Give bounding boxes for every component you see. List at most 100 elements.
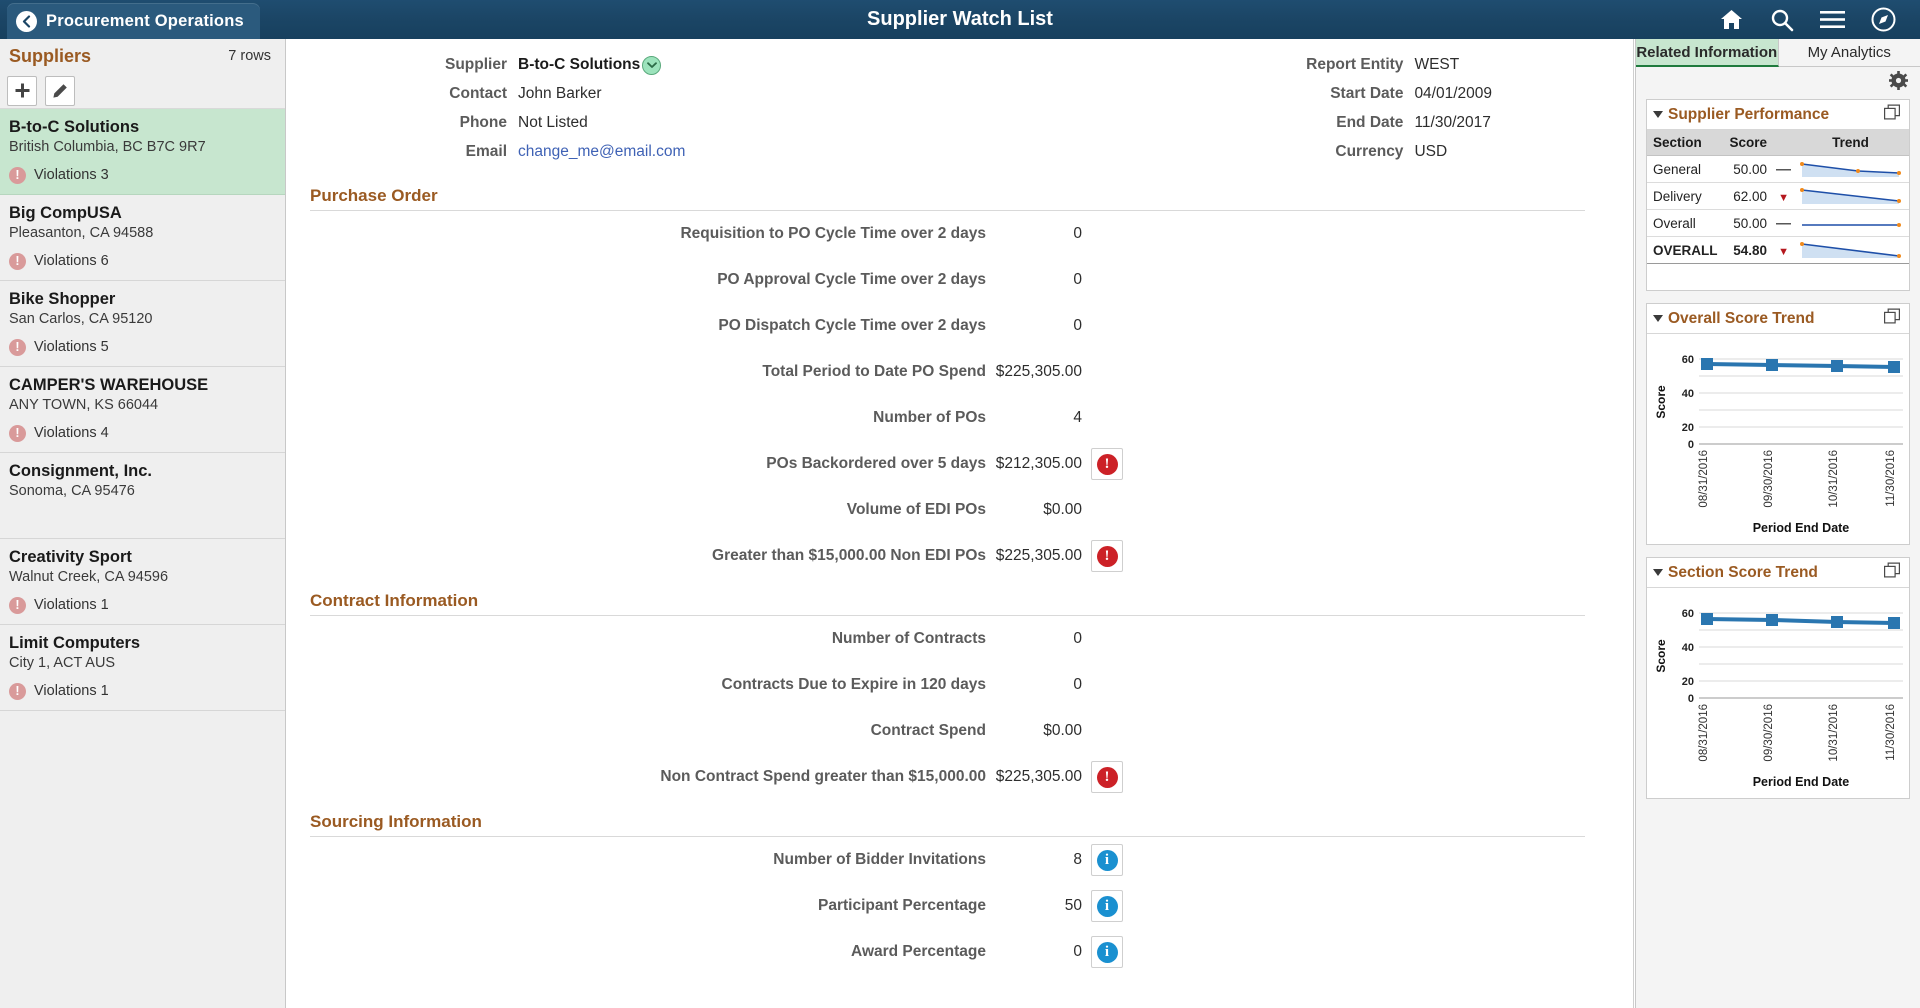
header-value: WEST bbox=[1414, 56, 1459, 74]
list-item[interactable]: CAMPER'S WAREHOUSE ANY TOWN, KS 66044 ! … bbox=[0, 367, 285, 453]
metric-value: $0.00 bbox=[986, 501, 1091, 519]
violation-warning-icon: ! bbox=[9, 167, 26, 184]
card-title: Section Score Trend bbox=[1668, 564, 1884, 582]
metric-row: PO Approval Cycle Time over 2 days 0 bbox=[286, 257, 1609, 303]
list-item[interactable]: Limit Computers City 1, ACT AUS ! Violat… bbox=[0, 625, 285, 711]
list-item[interactable]: Big CompUSA Pleasanton, CA 94588 ! Viola… bbox=[0, 195, 285, 281]
metric-row: Total Period to Date PO Spend $225,305.0… bbox=[286, 349, 1609, 395]
svg-text:10/31/2016: 10/31/2016 bbox=[1828, 450, 1840, 508]
cell-score: 50.00 bbox=[1724, 210, 1776, 237]
add-supplier-button[interactable] bbox=[7, 76, 37, 106]
sidebar-header: Suppliers 7 rows bbox=[0, 39, 285, 73]
list-item[interactable]: Consignment, Inc. Sonoma, CA 95476 bbox=[0, 453, 285, 539]
trend-flat-icon: — bbox=[1776, 161, 1791, 178]
supplier-name: Limit Computers bbox=[9, 633, 275, 653]
collapse-caret-icon[interactable] bbox=[1653, 111, 1663, 118]
sparkline-general bbox=[1798, 159, 1903, 179]
related-information-panel: Related Information My Analytics bbox=[1635, 39, 1920, 1008]
list-item[interactable]: Bike Shopper San Carlos, CA 95120 ! Viol… bbox=[0, 281, 285, 367]
table-row: Overall 50.00 — bbox=[1647, 210, 1909, 237]
svg-text:09/30/2016: 09/30/2016 bbox=[1763, 704, 1775, 762]
metric-label: Number of POs bbox=[286, 409, 986, 427]
header-right-column: Report Entity WEST Start Date 04/01/2009… bbox=[986, 53, 1633, 164]
info-flag-button[interactable]: i bbox=[1091, 936, 1123, 968]
tab-related-information[interactable]: Related Information bbox=[1636, 39, 1779, 67]
header-field-report-entity: Report Entity WEST bbox=[986, 53, 1633, 77]
home-icon[interactable] bbox=[1719, 8, 1744, 31]
alert-flag-button[interactable]: ! bbox=[1091, 540, 1123, 572]
card-supplier-performance: Supplier Performance Section Score Trend… bbox=[1646, 99, 1910, 291]
expand-window-icon[interactable] bbox=[1884, 308, 1901, 329]
supplier-address: British Columbia, BC B7C 9R7 bbox=[9, 138, 275, 157]
metric-flag: ! bbox=[1091, 540, 1131, 572]
cell-section: Delivery bbox=[1647, 183, 1724, 210]
supplier-name: B-to-C Solutions bbox=[9, 117, 275, 137]
card-overall-score-trend: Overall Score Trend 60 40 bbox=[1646, 303, 1910, 545]
metric-row: Number of Contracts 0 bbox=[286, 616, 1609, 662]
supplier-violations: ! Violations 1 bbox=[9, 681, 275, 701]
trend-down-icon: ▼ bbox=[1778, 192, 1789, 204]
supplier-summary-header: Supplier B-to-C Solutions Contact John B… bbox=[286, 39, 1633, 174]
back-to-procurement-operations-tab[interactable]: Procurement Operations bbox=[7, 3, 260, 39]
list-item[interactable]: Creativity Sport Walnut Creek, CA 94596 … bbox=[0, 539, 285, 625]
supplier-violations: ! Violations 5 bbox=[9, 337, 275, 357]
violations-label: Violations 1 bbox=[34, 683, 109, 699]
header-value: John Barker bbox=[518, 85, 602, 103]
violation-warning-icon: ! bbox=[9, 683, 26, 700]
section-heading: Contract Information bbox=[286, 591, 1609, 615]
expand-window-icon[interactable] bbox=[1884, 562, 1901, 583]
metric-row: Participant Percentage 50 i bbox=[286, 883, 1609, 929]
overall-score-trend-chart[interactable]: 60 40 20 0 Score 08/31/2016 bbox=[1647, 334, 1909, 544]
violations-label: Violations 3 bbox=[34, 167, 109, 183]
header-value: 04/01/2009 bbox=[1414, 85, 1492, 103]
supplier-violations: ! Violations 4 bbox=[9, 423, 275, 443]
supplier-performance-table: Section Score Trend General 50.00 — bbox=[1647, 130, 1909, 264]
compass-icon[interactable] bbox=[1871, 7, 1896, 32]
card-header: Section Score Trend bbox=[1647, 558, 1909, 588]
back-tab-label: Procurement Operations bbox=[46, 12, 244, 31]
header-value: 11/30/2017 bbox=[1414, 114, 1490, 132]
supplier-name: Creativity Sport bbox=[9, 547, 275, 567]
collapse-caret-icon[interactable] bbox=[1653, 569, 1663, 576]
list-item[interactable]: B-to-C Solutions British Columbia, BC B7… bbox=[0, 109, 285, 195]
section-score-trend-chart[interactable]: 60 40 20 0 Score 08/31/2016 09/30/2016 1… bbox=[1647, 588, 1909, 798]
metric-label: Contracts Due to Expire in 120 days bbox=[286, 676, 986, 694]
trend-flat-icon: — bbox=[1776, 215, 1791, 232]
tab-my-analytics[interactable]: My Analytics bbox=[1779, 39, 1920, 67]
alert-flag-button[interactable]: ! bbox=[1091, 761, 1123, 793]
supplier-address: City 1, ACT AUS bbox=[9, 654, 275, 673]
email-link[interactable]: change_me@email.com bbox=[518, 143, 685, 161]
table-row: General 50.00 — bbox=[1647, 156, 1909, 183]
violations-label: Violations 4 bbox=[34, 425, 109, 441]
supplier-address: Pleasanton, CA 94588 bbox=[9, 224, 275, 243]
header-field-end-date: End Date 11/30/2017 bbox=[986, 111, 1633, 135]
info-flag-button[interactable]: i bbox=[1091, 844, 1123, 876]
supplier-name: Bike Shopper bbox=[9, 289, 275, 309]
search-icon[interactable] bbox=[1770, 8, 1794, 32]
edit-supplier-button[interactable] bbox=[45, 76, 75, 106]
svg-text:40: 40 bbox=[1682, 388, 1694, 400]
info-flag-button[interactable]: i bbox=[1091, 890, 1123, 922]
alert-flag-button[interactable]: ! bbox=[1091, 448, 1123, 480]
metric-label: Non Contract Spend greater than $15,000.… bbox=[286, 768, 986, 786]
metric-label: Number of Bidder Invitations bbox=[286, 851, 986, 869]
collapse-caret-icon[interactable] bbox=[1653, 315, 1663, 322]
alert-exclamation-icon: ! bbox=[1097, 454, 1118, 475]
alert-exclamation-icon: ! bbox=[1097, 767, 1118, 788]
svg-text:09/30/2016: 09/30/2016 bbox=[1763, 450, 1775, 508]
metric-label: Contract Spend bbox=[286, 722, 986, 740]
menu-icon[interactable] bbox=[1820, 10, 1845, 29]
back-chevron-icon[interactable] bbox=[16, 11, 37, 32]
cell-direction: — bbox=[1775, 210, 1792, 237]
expand-window-icon[interactable] bbox=[1884, 104, 1901, 125]
cell-direction: ▼ bbox=[1775, 183, 1792, 210]
table-row: OVERALL 54.80 ▼ bbox=[1647, 237, 1909, 264]
metric-flag: ! bbox=[1091, 448, 1131, 480]
metric-row: Greater than $15,000.00 Non EDI POs $225… bbox=[286, 533, 1609, 579]
header-label: Start Date bbox=[986, 85, 1414, 103]
svg-text:Score: Score bbox=[1654, 385, 1668, 419]
gear-icon[interactable] bbox=[1889, 71, 1908, 95]
related-actions-chevron-icon[interactable] bbox=[642, 56, 661, 75]
supplier-address: San Carlos, CA 95120 bbox=[9, 310, 275, 329]
metric-value: $225,305.00 bbox=[986, 363, 1091, 381]
